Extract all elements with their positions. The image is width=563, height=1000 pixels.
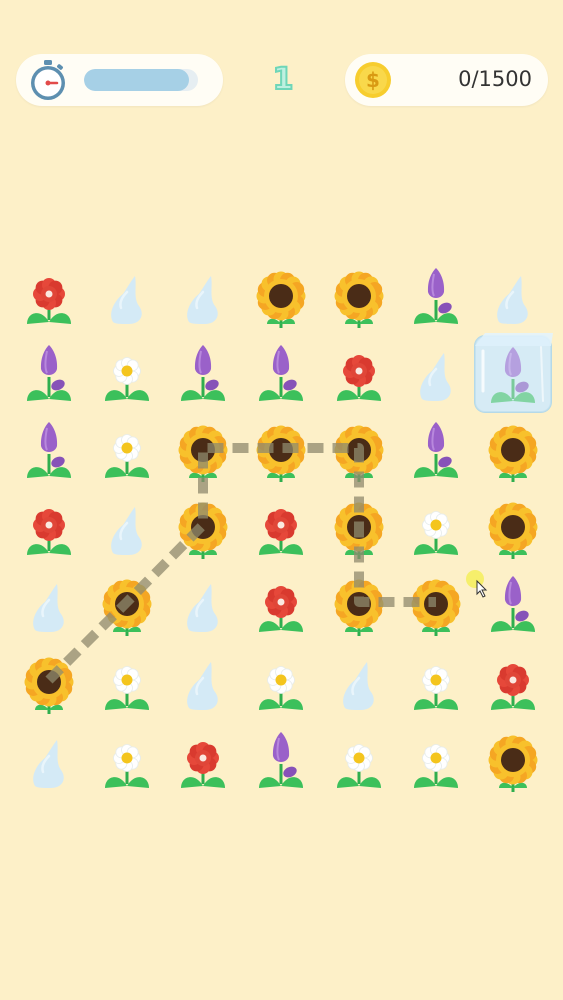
tile-red-flower[interactable] (27, 509, 71, 555)
tile-daisy[interactable] (414, 744, 458, 789)
tile-daisy[interactable] (414, 511, 458, 556)
game-board (24, 268, 553, 793)
tile-sunflower[interactable] (256, 425, 306, 483)
tile-sunflower[interactable] (334, 579, 384, 637)
tile-sunflower[interactable] (256, 271, 306, 329)
tile-water-drop[interactable] (33, 584, 64, 632)
tile-sunflower[interactable] (24, 657, 74, 715)
tile-frozen-tulip[interactable] (474, 333, 553, 413)
tile-sunflower[interactable] (488, 425, 538, 483)
tile-red-flower[interactable] (27, 278, 71, 324)
tile-tulip[interactable] (259, 345, 303, 401)
tile-daisy[interactable] (105, 357, 149, 402)
tile-water-drop[interactable] (111, 507, 142, 555)
tile-red-flower[interactable] (491, 664, 535, 710)
tile-daisy[interactable] (105, 744, 149, 789)
tile-tulip[interactable] (259, 732, 303, 788)
tile-daisy[interactable] (105, 666, 149, 711)
tile-water-drop[interactable] (420, 353, 451, 401)
tile-tulip[interactable] (27, 422, 71, 478)
tile-daisy[interactable] (337, 744, 381, 789)
connection-path (45, 443, 436, 684)
tile-red-flower[interactable] (337, 355, 381, 401)
tile-sunflower[interactable] (411, 579, 461, 637)
tile-sunflower[interactable] (488, 735, 538, 793)
tile-daisy[interactable] (105, 434, 149, 479)
tile-water-drop[interactable] (497, 276, 528, 324)
tile-daisy[interactable] (414, 666, 458, 711)
tile-water-drop[interactable] (187, 584, 218, 632)
tile-water-drop[interactable] (187, 276, 218, 324)
tiles-layer (24, 268, 553, 793)
tile-red-flower[interactable] (181, 742, 225, 788)
tile-red-flower[interactable] (259, 586, 303, 632)
tile-sunflower[interactable] (334, 271, 384, 329)
tile-red-flower[interactable] (259, 509, 303, 555)
tile-water-drop[interactable] (111, 276, 142, 324)
tile-water-drop[interactable] (343, 662, 374, 710)
cursor-icon (466, 570, 488, 598)
tile-daisy[interactable] (259, 666, 303, 711)
tile-water-drop[interactable] (33, 740, 64, 788)
path-segment (45, 443, 436, 684)
tile-tulip[interactable] (414, 268, 458, 324)
tile-tulip[interactable] (27, 345, 71, 401)
tile-tulip[interactable] (181, 345, 225, 401)
tile-tulip[interactable] (491, 576, 535, 632)
tile-tulip[interactable] (414, 422, 458, 478)
tile-sunflower[interactable] (488, 502, 538, 560)
tile-water-drop[interactable] (187, 662, 218, 710)
